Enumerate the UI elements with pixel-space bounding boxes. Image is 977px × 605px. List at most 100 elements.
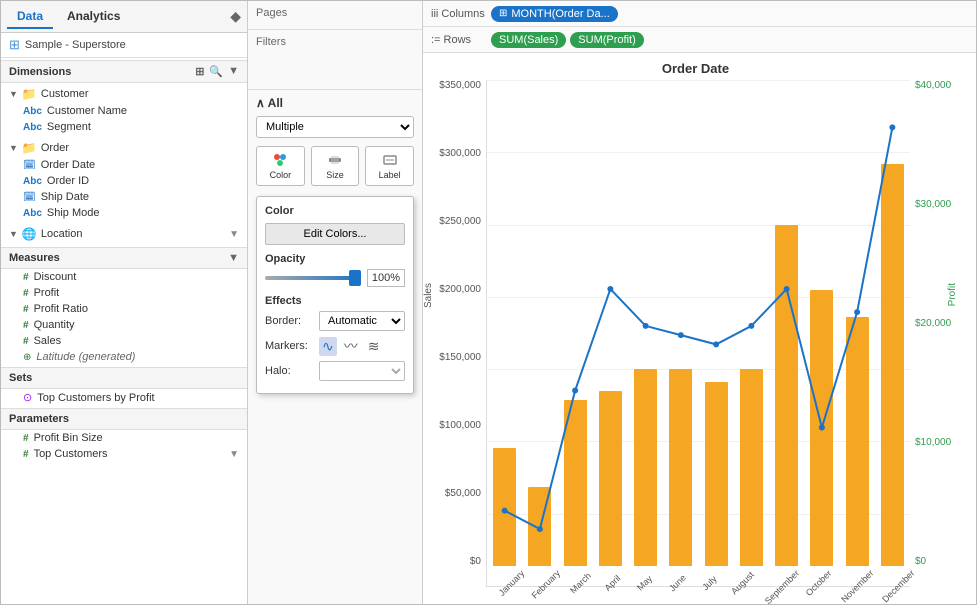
field-order-id[interactable]: Abc Order ID bbox=[1, 173, 247, 189]
datasource-label: Sample - Superstore bbox=[25, 39, 126, 51]
line-dot bbox=[502, 508, 508, 514]
datasource-row[interactable]: ⊞ Sample - Superstore bbox=[1, 33, 247, 58]
field-discount[interactable]: # Discount bbox=[1, 269, 247, 285]
field-quantity[interactable]: # Quantity bbox=[1, 317, 247, 333]
profit-label: Profit bbox=[34, 287, 60, 299]
y-right-label-1: $40,000 bbox=[915, 80, 951, 91]
y-right-label-2: $30,000 bbox=[915, 199, 951, 210]
label-btn-label: Label bbox=[379, 170, 401, 180]
chart-title: Order Date bbox=[431, 61, 960, 76]
field-ship-date[interactable]: 🗓 Ship Date bbox=[1, 189, 247, 205]
line-dot bbox=[572, 388, 578, 394]
halo-dropdown[interactable] bbox=[319, 361, 405, 381]
field-segment[interactable]: Abc Segment bbox=[1, 119, 247, 135]
column-pill[interactable]: ⊞ MONTH(Order Da... bbox=[491, 6, 618, 22]
y-left-label-5: $150,000 bbox=[439, 352, 481, 363]
panel-scroll[interactable]: Dimensions ⊞ 🔍 ▼ ▼ 📁 Customer Abc bbox=[1, 58, 247, 604]
sets-label: Sets bbox=[9, 372, 32, 384]
grid-icon[interactable]: ⊞ bbox=[195, 65, 204, 78]
calendar-icon-2: 🗓 bbox=[23, 192, 36, 203]
column-pill-label: MONTH(Order Da... bbox=[511, 8, 609, 20]
marker-line-selected[interactable]: ∿ bbox=[319, 337, 337, 356]
pages-shelf: Pages bbox=[248, 1, 422, 30]
field-sales[interactable]: # Sales bbox=[1, 333, 247, 349]
parameters-label: Parameters bbox=[9, 413, 69, 425]
customer-group-header[interactable]: ▼ 📁 Customer bbox=[1, 85, 247, 103]
chevron-icon: ▼ bbox=[9, 89, 18, 99]
order-group-label: Order bbox=[41, 142, 69, 154]
field-customer-name[interactable]: Abc Customer Name bbox=[1, 103, 247, 119]
line-chart bbox=[487, 80, 910, 566]
chevron-location-icon: ▼ bbox=[9, 229, 18, 239]
edit-colors-button[interactable]: Edit Colors... bbox=[265, 223, 405, 245]
hash-icon: # bbox=[23, 272, 29, 283]
x-label: December bbox=[881, 568, 923, 604]
abc-icon-3: Abc bbox=[23, 176, 42, 187]
columns-shelf: iii Columns ⊞ MONTH(Order Da... bbox=[423, 1, 976, 27]
line-dot bbox=[854, 309, 860, 315]
folder-order-icon: 📁 bbox=[22, 141, 37, 155]
size-button[interactable]: Size bbox=[311, 146, 360, 186]
tab-data[interactable]: Data bbox=[7, 5, 53, 29]
row-pill-1[interactable]: SUM(Sales) bbox=[491, 32, 566, 48]
field-profit-ratio[interactable]: # Profit Ratio bbox=[1, 301, 247, 317]
latitude-label: Latitude (generated) bbox=[36, 351, 135, 363]
field-top-customers-param[interactable]: # Top Customers ▼ bbox=[1, 446, 247, 462]
marker-line-2[interactable]: 〰 bbox=[341, 335, 361, 357]
order-group-header[interactable]: ▼ 📁 Order bbox=[1, 139, 247, 157]
ship-date-label: Ship Date bbox=[41, 191, 89, 203]
y-left-label-8: $0 bbox=[470, 556, 481, 567]
marks-dropdown[interactable]: Multiple bbox=[256, 116, 414, 138]
customer-name-label: Customer Name bbox=[47, 105, 127, 117]
marker-line-3[interactable]: ≋ bbox=[365, 337, 383, 356]
chart-wrapper: $350,000 $300,000 $250,000 $200,000 $150… bbox=[431, 80, 960, 587]
expand-icon[interactable]: ▼ bbox=[228, 65, 239, 78]
parameters-header: Parameters bbox=[1, 408, 247, 430]
field-profit[interactable]: # Profit bbox=[1, 285, 247, 301]
row-pill-2[interactable]: SUM(Profit) bbox=[570, 32, 643, 48]
field-latitude[interactable]: ⊕ Latitude (generated) bbox=[1, 349, 247, 365]
marks-label: ∧ All bbox=[256, 96, 283, 110]
line-dot bbox=[713, 341, 719, 347]
main-layout: Data Analytics ◆ ⊞ Sample - Superstore D… bbox=[1, 1, 976, 604]
pages-label: Pages bbox=[256, 7, 414, 19]
rows-shelf: := Rows SUM(Sales) SUM(Profit) bbox=[423, 27, 976, 53]
border-dropdown[interactable]: Automatic bbox=[319, 311, 405, 331]
center-panel: Pages Filters ∧ All Multiple bbox=[248, 1, 423, 604]
color-btn-label: Color bbox=[270, 170, 292, 180]
calendar-icon: 🗓 bbox=[23, 160, 36, 171]
color-button[interactable]: Color bbox=[256, 146, 305, 186]
y-left-label-7: $50,000 bbox=[445, 488, 481, 499]
top-customers-label: Top Customers by Profit bbox=[37, 392, 154, 404]
field-ship-mode[interactable]: Abc Ship Mode bbox=[1, 205, 247, 221]
y-left-label-6: $100,000 bbox=[439, 420, 481, 431]
measures-header: Measures ▼ bbox=[1, 247, 247, 269]
search-icon[interactable]: 🔍 bbox=[209, 65, 223, 78]
field-profit-bin-size[interactable]: # Profit Bin Size bbox=[1, 430, 247, 446]
hash-icon-4: # bbox=[23, 320, 29, 331]
ship-mode-label: Ship Mode bbox=[47, 207, 100, 219]
x-label: October bbox=[804, 568, 840, 604]
y-left-label-4: $200,000 bbox=[439, 284, 481, 295]
label-button[interactable]: Label bbox=[365, 146, 414, 186]
field-order-date[interactable]: 🗓 Order Date bbox=[1, 157, 247, 173]
field-top-customers[interactable]: ⊙ Top Customers by Profit bbox=[1, 389, 247, 406]
opacity-slider[interactable] bbox=[265, 276, 361, 280]
x-label: November bbox=[839, 568, 881, 604]
dimensions-label: Dimensions bbox=[9, 66, 71, 78]
filters-shelf: Filters bbox=[248, 30, 422, 90]
folder-icon: 📁 bbox=[22, 87, 37, 101]
panel-tab-arrow[interactable]: ◆ bbox=[230, 8, 241, 25]
y-right-axis-label: Profit bbox=[947, 283, 958, 306]
slider-thumb bbox=[349, 270, 361, 286]
top-customers-param-label: Top Customers bbox=[34, 448, 108, 460]
filters-label: Filters bbox=[256, 36, 414, 48]
y-left-label-3: $250,000 bbox=[439, 216, 481, 227]
location-group-header[interactable]: ▼ 🌐 Location ▼ bbox=[1, 225, 247, 243]
row-pill-2-label: SUM(Profit) bbox=[578, 34, 635, 46]
tab-analytics[interactable]: Analytics bbox=[57, 5, 130, 29]
color-icon bbox=[272, 152, 288, 168]
x-label: June bbox=[662, 568, 698, 604]
customer-group-label: Customer bbox=[41, 88, 89, 100]
expand-measures-icon[interactable]: ▼ bbox=[228, 252, 239, 264]
